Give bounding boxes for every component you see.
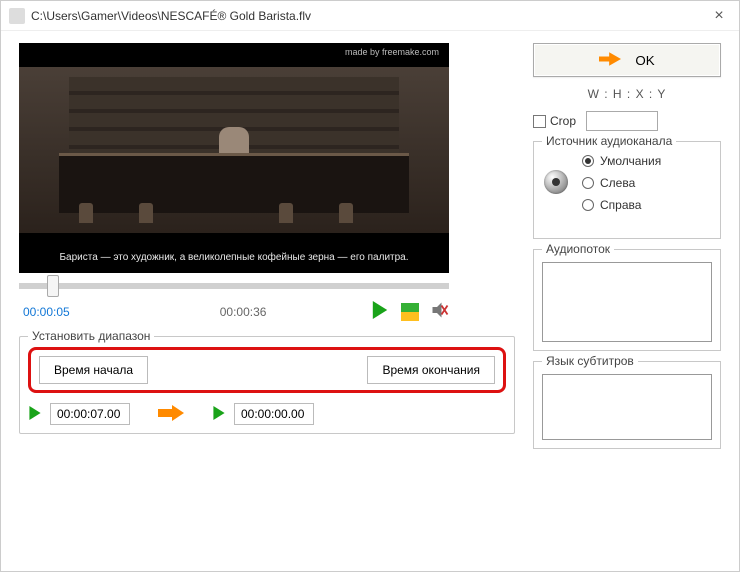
radio-right[interactable]: Справа [582,198,712,212]
titlebar: C:\Users\Gamer\Videos\NESCAFÉ® Gold Bari… [1,1,739,31]
play-from-end-button[interactable] [212,406,226,423]
end-time-button[interactable]: Время окончания [367,356,495,384]
total-time: 00:00:36 [220,305,267,319]
play-from-start-button[interactable] [28,406,42,423]
start-time-button[interactable]: Время начала [39,356,148,384]
audio-source-legend: Источник аудиоканала [542,134,676,148]
audio-source-fieldset: Источник аудиоканала Умолчания Слева Спр… [533,141,721,239]
watermark-text: made by freemake.com [345,47,439,57]
mute-button[interactable] [431,301,449,322]
ok-label: OK [635,53,654,68]
window-title: C:\Users\Gamer\Videos\NESCAFÉ® Gold Bari… [31,9,707,23]
crop-input[interactable] [586,111,658,131]
range-fieldset: Установить диапазон Время начала Время о… [19,336,515,434]
audio-stream-list[interactable] [542,262,712,342]
arrow-right-icon [158,405,184,424]
subtitle-lang-fieldset: Язык субтитров [533,361,721,449]
range-legend: Установить диапазон [28,329,154,343]
ok-button[interactable]: OK [533,43,721,77]
video-subtitle: Бариста — это художник, а великолепные к… [19,252,449,263]
seek-slider[interactable] [19,283,449,289]
video-frame [19,67,449,233]
video-preview[interactable]: made by freemake.com Бариста — это худож… [19,43,449,273]
start-time-input[interactable] [50,403,130,425]
whxy-label: W : H : X : Y [533,87,721,101]
end-time-input[interactable] [234,403,314,425]
current-time: 00:00:05 [23,305,70,319]
subtitle-lang-legend: Язык субтитров [542,354,638,368]
play-button[interactable] [371,301,389,322]
crop-checkbox[interactable]: Сrop [533,114,576,128]
range-highlight: Время начала Время окончания [28,347,506,393]
radio-default[interactable]: Умолчания [582,154,712,168]
audio-stream-legend: Аудиопоток [542,242,614,256]
crop-label: Сrop [550,114,576,128]
arrow-right-icon [599,52,621,69]
seek-thumb[interactable] [47,275,59,297]
close-button[interactable]: × [707,4,731,28]
audio-stream-fieldset: Аудиопоток [533,249,721,351]
speaker-icon [544,170,568,194]
dialog-window: C:\Users\Gamer\Videos\NESCAFÉ® Gold Bari… [0,0,740,572]
app-icon [9,8,25,24]
subtitle-lang-list[interactable] [542,374,712,440]
radio-left[interactable]: Слева [582,176,712,190]
snapshot-button[interactable] [401,303,419,321]
